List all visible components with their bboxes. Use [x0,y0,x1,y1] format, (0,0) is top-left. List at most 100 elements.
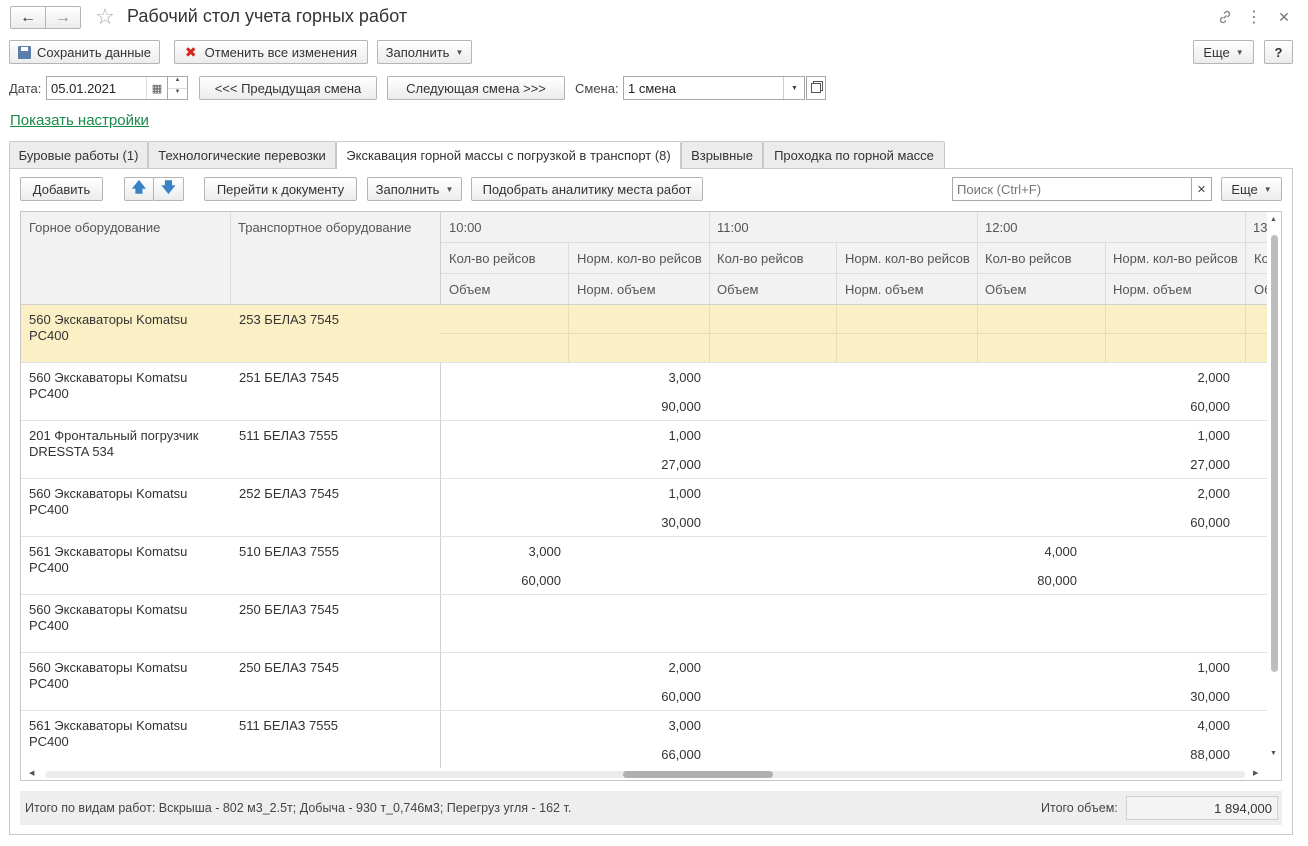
equipment-cell[interactable]: 560 Экскаваторы Komatsu [29,660,187,675]
equipment-model-cell[interactable]: PC400 [29,560,69,575]
col-trips-header[interactable]: Кол-во рейсов [441,243,544,273]
trips-cell[interactable]: 1,000 [1197,428,1230,443]
transport-cell[interactable]: 511 БЕЛАЗ 7555 [239,428,338,443]
trips-cell[interactable]: 1,000 [1197,660,1230,675]
tab-rock-tunneling[interactable]: Проходка по горной массе [763,141,945,168]
table-row[interactable]: 560 Экскаваторы Komatsu PC400 252 БЕЛАЗ 75… [21,479,1267,537]
col-trips-header[interactable]: Кол-во рейсов [977,243,1080,273]
equipment-cell[interactable]: 560 Экскаваторы Komatsu [29,312,187,327]
go-to-document-button[interactable]: Перейти к документу [204,177,357,201]
transport-cell[interactable]: 250 БЕЛАЗ 7545 [239,602,339,617]
volume-cell[interactable]: 27,000 [1190,457,1230,472]
trips-cell[interactable]: 3,000 [668,370,701,385]
equipment-cell[interactable]: 561 Экскаваторы Komatsu [29,718,187,733]
transport-cell[interactable]: 252 БЕЛАЗ 7545 [239,486,339,501]
stepper-up-icon[interactable]: ▲ [168,77,187,89]
trips-cell[interactable]: 1,000 [668,428,701,443]
next-shift-button[interactable]: Следующая смена >>> [387,76,565,100]
fill-dropdown-button[interactable]: Заполнить ▼ [377,40,472,64]
col-norm-volume-header[interactable]: Норм. объем [1105,274,1200,304]
equipment-cell[interactable]: 561 Экскаваторы Komatsu [29,544,187,559]
volume-cell[interactable]: 60,000 [521,573,561,588]
tab-transport[interactable]: Технологические перевозки [148,141,336,168]
show-settings-link[interactable]: Показать настройки [10,112,149,129]
scroll-up-icon[interactable]: ▲ [1270,216,1277,223]
equipment-cell[interactable]: 560 Экскаваторы Komatsu [29,602,187,617]
cancel-changes-button[interactable]: ✖ Отменить все изменения [174,40,368,64]
volume-cell[interactable]: 88,000 [1190,747,1230,762]
scroll-right-icon[interactable]: ▶ [1253,769,1258,777]
equipment-cell[interactable]: 560 Экскаваторы Komatsu [29,486,187,501]
back-button[interactable]: ← [10,6,46,29]
clear-search-button[interactable]: ✕ [1191,177,1212,201]
equipment-model-cell[interactable]: PC400 [29,386,69,401]
volume-cell[interactable]: 30,000 [1190,689,1230,704]
trips-cell[interactable]: 2,000 [668,660,701,675]
scroll-thumb[interactable] [1271,235,1278,672]
add-button[interactable]: Добавить [20,177,103,201]
table-row[interactable]: 561 Экскаваторы Komatsu PC400 510 БЕЛАЗ 75… [21,537,1267,595]
trips-cell[interactable]: 2,000 [1197,370,1230,385]
scroll-thumb[interactable] [623,771,773,778]
col-volume-header[interactable]: Объем [977,274,1034,304]
save-button[interactable]: Сохранить данные [9,40,160,64]
chevron-down-icon[interactable]: ▼ [783,77,805,99]
prev-shift-button[interactable]: <<< Предыдущая смена [199,76,377,100]
table-row[interactable]: 560 Экскаваторы Komatsu PC400 251 БЕЛАЗ 75… [21,363,1267,421]
col-hour-header[interactable]: 11:00 [709,212,977,242]
col-equipment-header[interactable]: Горное оборудование [21,212,230,242]
col-hour-header[interactable]: 10:00 [441,212,709,242]
scroll-left-icon[interactable]: ◀ [29,769,34,777]
equipment-cell[interactable]: 201 Фронтальный погрузчик [29,428,198,443]
table-row[interactable]: 560 Экскаваторы Komatsu PC400 250 БЕЛАЗ 75… [21,595,1267,653]
scroll-down-icon[interactable]: ▼ [1270,750,1277,757]
horizontal-scrollbar[interactable]: ◀ ▶ [21,768,1281,780]
equipment-cell[interactable]: 560 Экскаваторы Komatsu [29,370,187,385]
trips-cell[interactable]: 3,000 [668,718,701,733]
col-norm-volume-header[interactable]: Норм. объем [837,274,932,304]
volume-cell[interactable]: 60,000 [1190,515,1230,530]
tab-excavation[interactable]: Экскавация горной массы с погрузкой в тр… [336,141,681,169]
volume-cell[interactable]: 60,000 [661,689,701,704]
transport-cell[interactable]: 253 БЕЛАЗ 7545 [239,312,339,327]
transport-cell[interactable]: 250 БЕЛАЗ 7545 [239,660,339,675]
equipment-model-cell[interactable]: PC400 [29,676,69,691]
search-input[interactable] [952,177,1192,201]
grid-more-button[interactable]: Еще ▼ [1221,177,1282,201]
col-norm-trips-header[interactable]: Норм. кол-во рейсов [569,243,710,273]
transport-cell[interactable]: 511 БЕЛАЗ 7555 [239,718,338,733]
volume-cell[interactable]: 90,000 [661,399,701,414]
volume-cell[interactable]: 80,000 [1037,573,1077,588]
volume-cell[interactable]: 27,000 [661,457,701,472]
equipment-model-cell[interactable]: DRESSTA 534 [29,444,114,459]
calendar-icon[interactable]: ▦ [146,77,167,99]
table-row[interactable]: 560 Экскаваторы Komatsu PC400 250 БЕЛАЗ 75… [21,653,1267,711]
col-norm-trips-header[interactable]: Норм. кол-во рейсов [837,243,978,273]
trips-cell[interactable]: 2,000 [1197,486,1230,501]
trips-cell[interactable]: 4,000 [1197,718,1230,733]
equipment-model-cell[interactable]: PC400 [29,328,69,343]
transport-cell[interactable]: 510 БЕЛАЗ 7555 [239,544,339,559]
shift-select[interactable]: 1 смена [623,76,805,100]
help-button[interactable]: ? [1264,40,1293,64]
trips-cell[interactable]: 4,000 [1044,544,1077,559]
grid-fill-button[interactable]: Заполнить ▼ [367,177,462,201]
trips-cell[interactable]: 1,000 [668,486,701,501]
col-hour-header[interactable]: 12:00 [977,212,1245,242]
trips-cell[interactable]: 3,000 [528,544,561,559]
tab-blasting[interactable]: Взрывные [681,141,763,168]
star-icon[interactable]: ☆ [92,4,118,30]
equipment-model-cell[interactable]: PC400 [29,502,69,517]
table-row[interactable]: 561 Экскаваторы Komatsu PC400 511 БЕЛАЗ 75… [21,711,1267,769]
forward-button[interactable]: → [45,6,81,29]
tab-drilling[interactable]: Буровые работы (1) [9,141,148,168]
date-stepper[interactable]: ▲ ▼ [167,76,188,100]
pick-analytics-button[interactable]: Подобрать аналитику места работ [471,177,703,201]
col-volume-header[interactable]: Объем [441,274,498,304]
col-norm-volume-header[interactable]: Норм. объем [569,274,664,304]
equipment-model-cell[interactable]: PC400 [29,618,69,633]
transport-cell[interactable]: 251 БЕЛАЗ 7545 [239,370,339,385]
vertical-scrollbar[interactable]: ▲ ▼ [1267,212,1281,768]
more-button[interactable]: Еще ▼ [1193,40,1254,64]
kebab-icon[interactable]: ⋮ [1244,6,1264,28]
